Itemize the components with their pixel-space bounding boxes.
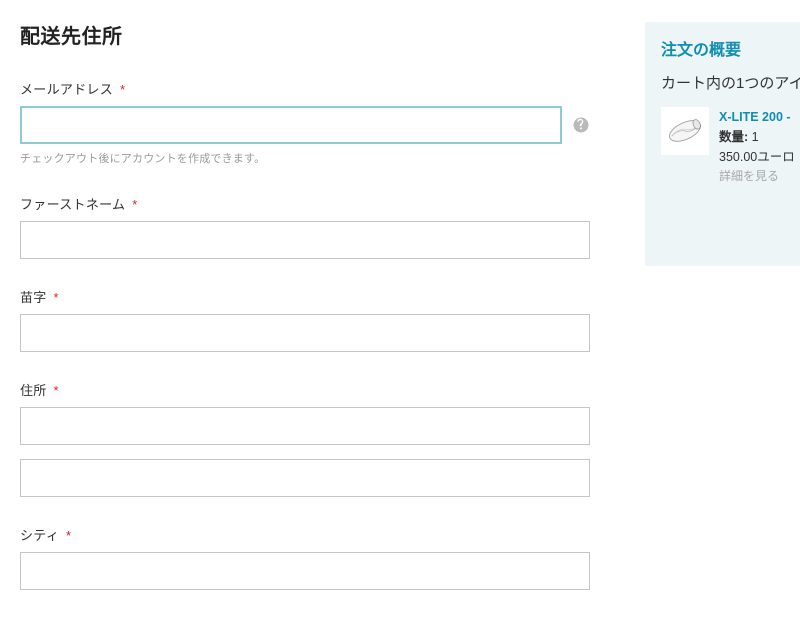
address-label-text: 住所: [20, 383, 47, 398]
required-asterisk: *: [54, 383, 59, 398]
shipping-address-form: 配送先住所 メールアドレス * チェックアウト後にアカウントを作成できます。 フ…: [0, 0, 610, 638]
last-name-input[interactable]: [20, 314, 590, 352]
email-field-group: メールアドレス * チェックアウト後にアカウントを作成できます。: [20, 79, 590, 166]
cart-item-name[interactable]: X-LITE 200 -: [719, 107, 795, 127]
required-asterisk: *: [66, 528, 71, 543]
order-summary-panel: 注文の概要 カート内の1つのアイテ X-LITE 200 - 数量: 1 350…: [645, 22, 800, 266]
qty-value: 1: [752, 130, 759, 144]
last-name-field-group: 苗字 *: [20, 287, 590, 352]
first-name-input[interactable]: [20, 221, 590, 259]
address-line1-input[interactable]: [20, 407, 590, 445]
required-asterisk: *: [132, 197, 137, 212]
email-label: メールアドレス *: [20, 79, 590, 98]
required-asterisk: *: [54, 290, 59, 305]
cart-item-price: 350.00ユーロ: [719, 147, 795, 167]
page-title: 配送先住所: [20, 20, 590, 49]
required-asterisk: *: [120, 82, 125, 97]
qty-label: 数量:: [719, 130, 748, 144]
cart-item-qty: 数量: 1: [719, 127, 795, 147]
cart-caption: カート内の1つのアイテ: [661, 72, 800, 93]
city-label-text: シティ: [20, 528, 59, 543]
email-label-text: メールアドレス: [20, 82, 113, 97]
address-line2-input[interactable]: [20, 459, 590, 497]
address-field-group: 住所 *: [20, 380, 590, 497]
city-field-group: シティ *: [20, 525, 590, 590]
first-name-label: ファーストネーム *: [20, 194, 590, 213]
cart-item: X-LITE 200 - 数量: 1 350.00ユーロ 詳細を見る: [661, 107, 800, 186]
order-summary-title: 注文の概要: [661, 36, 800, 60]
cart-item-info: X-LITE 200 - 数量: 1 350.00ユーロ 詳細を見る: [719, 107, 795, 186]
last-name-label-text: 苗字: [20, 290, 47, 305]
view-details-link[interactable]: 詳細を見る: [719, 167, 795, 186]
email-input-row: [20, 106, 590, 144]
help-icon[interactable]: [572, 116, 590, 134]
email-input[interactable]: [20, 106, 562, 144]
first-name-field-group: ファーストネーム *: [20, 194, 590, 259]
city-input[interactable]: [20, 552, 590, 590]
last-name-label: 苗字 *: [20, 287, 590, 306]
address-label: 住所 *: [20, 380, 590, 399]
product-thumbnail[interactable]: [661, 107, 709, 155]
first-name-label-text: ファーストネーム: [20, 197, 125, 212]
email-helper-text: チェックアウト後にアカウントを作成できます。: [20, 150, 590, 166]
city-label: シティ *: [20, 525, 590, 544]
